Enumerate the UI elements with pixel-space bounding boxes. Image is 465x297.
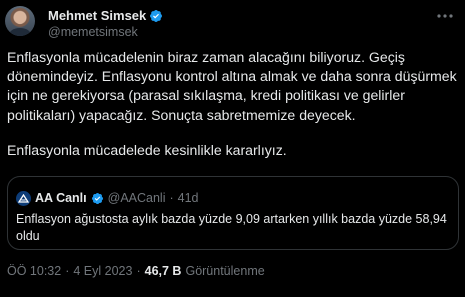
author-block: Mehmet Simsek @memetsimsek bbox=[48, 8, 163, 40]
tweet-text-line: için ne gerekiyorsa (parasal sıkılaşma, … bbox=[7, 87, 405, 104]
tweet-meta: ÖÖ 10:32 · 4 Eyl 2023 · 46,7 B Görüntüle… bbox=[7, 264, 265, 278]
separator-dot: · bbox=[65, 264, 70, 278]
quoted-tweet-header: AA Canlı @AACanli · 41d bbox=[16, 190, 199, 206]
tweet-text-line: dönemindeyiz. Enflasyonu kontrol altına … bbox=[7, 68, 457, 85]
tweet-card: Mehmet Simsek @memetsimsek Enflasyonla m… bbox=[0, 0, 465, 297]
tweet-text-line: politikaları) yapacağız. Sonuçta sabretm… bbox=[7, 106, 356, 123]
quoted-tweet-time: 41d bbox=[177, 191, 199, 205]
author-name-row: Mehmet Simsek bbox=[48, 8, 163, 23]
quoted-text-line: Enflasyon ağustosta aylık bazda yüzde 9,… bbox=[16, 212, 447, 226]
tweet-text: Enflasyonla mücadelenin biraz zaman alac… bbox=[7, 48, 459, 161]
quoted-text-line: oldu bbox=[16, 229, 40, 243]
quoted-tweet-text: Enflasyon ağustosta aylık bazda yüzde 9,… bbox=[16, 211, 448, 245]
tweet-time[interactable]: ÖÖ 10:32 bbox=[7, 264, 61, 278]
avatar-shoulders bbox=[9, 28, 31, 36]
tweet-text-line: Enflasyonla mücadelede kesinlikle kararl… bbox=[7, 142, 287, 159]
quoted-author-handle: @AACanli bbox=[107, 191, 166, 205]
verified-badge-icon[interactable] bbox=[149, 9, 163, 23]
verified-badge-icon bbox=[91, 192, 104, 205]
aa-logo-icon bbox=[16, 190, 31, 206]
author-handle[interactable]: @memetsimsek bbox=[48, 24, 163, 40]
views-count: 46,7 B bbox=[144, 264, 182, 278]
avatar-face bbox=[15, 12, 25, 24]
separator-dot: · bbox=[136, 264, 141, 278]
author-name[interactable]: Mehmet Simsek bbox=[48, 8, 146, 23]
separator-dot: · bbox=[169, 191, 174, 205]
tweet-text-line: Enflasyonla mücadelenin biraz zaman alac… bbox=[7, 49, 405, 65]
views-label: Görüntülenme bbox=[185, 264, 265, 278]
author-avatar[interactable] bbox=[5, 6, 35, 36]
more-options-icon[interactable] bbox=[436, 8, 454, 24]
tweet-date[interactable]: 4 Eyl 2023 bbox=[73, 264, 132, 278]
quoted-author-name: AA Canlı bbox=[35, 191, 87, 205]
quoted-tweet[interactable]: AA Canlı @AACanli · 41d Enflasyon ağusto… bbox=[7, 176, 459, 250]
